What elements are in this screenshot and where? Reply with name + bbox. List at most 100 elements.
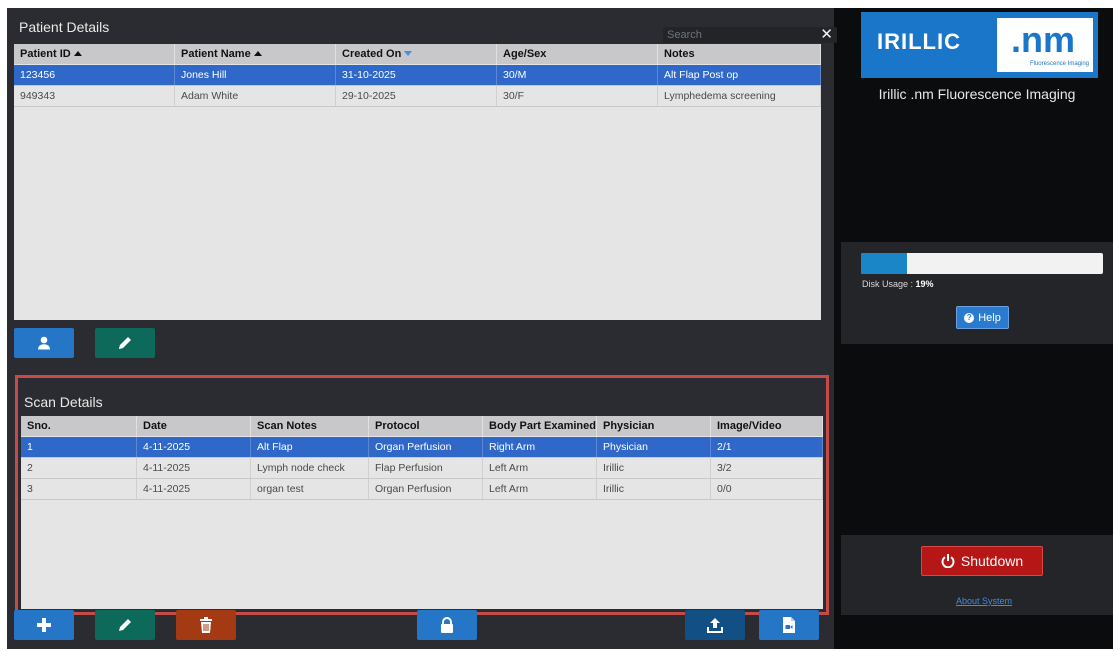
- table-cell: 3/2: [711, 458, 823, 478]
- table-cell: Left Arm: [483, 458, 597, 478]
- table-cell: Lymph node check: [251, 458, 369, 478]
- column-header[interactable]: Created On: [336, 44, 497, 64]
- edit-scan-button[interactable]: [95, 610, 155, 640]
- table-header: Sno. Date Scan Notes Protocol Body Part Exam…: [21, 416, 823, 436]
- logo-nm: .nm: [1011, 19, 1076, 60]
- table-cell: Adam White: [175, 86, 336, 106]
- column-header-label: Date: [143, 420, 167, 432]
- upload-button[interactable]: [685, 610, 745, 640]
- irillic-logo: IRILLIC .nm Fluorescence Imaging: [861, 12, 1098, 78]
- table-cell: 123456: [14, 65, 175, 85]
- column-header-label: Age/Sex: [503, 48, 547, 60]
- about-system-link[interactable]: About System: [841, 596, 1120, 606]
- column-header[interactable]: Patient ID: [14, 44, 175, 64]
- column-header[interactable]: Scan Notes: [251, 416, 369, 436]
- table-header: Patient ID Patient Name Created On Age/Sex N…: [14, 44, 821, 64]
- disk-usage-value: 19%: [915, 279, 934, 289]
- table-cell: Organ Perfusion: [369, 479, 483, 499]
- search-input[interactable]: [667, 27, 807, 43]
- column-header[interactable]: Body Part Examined: [483, 416, 597, 436]
- table-cell: Irillic: [597, 458, 711, 478]
- column-header-label: Notes: [664, 48, 695, 60]
- table-cell: Alt Flap: [251, 437, 369, 457]
- table-cell: 4-11-2025: [137, 437, 251, 457]
- plus-icon: [37, 618, 51, 632]
- table-cell: 1: [21, 437, 137, 457]
- column-header[interactable]: Protocol: [369, 416, 483, 436]
- lock-icon: [441, 617, 453, 633]
- table-cell: organ test: [251, 479, 369, 499]
- table-cell: 29-10-2025: [336, 86, 497, 106]
- table-cell: Flap Perfusion: [369, 458, 483, 478]
- add-scan-button[interactable]: [14, 610, 74, 640]
- column-header-label: Protocol: [375, 420, 420, 432]
- scan-panel: Scan Details Sno. Date Scan Notes Protocol B…: [15, 375, 829, 615]
- column-header-label: Patient ID: [20, 48, 71, 60]
- sidebar: IRILLIC .nm Fluorescence Imaging Irillic…: [841, 8, 1113, 649]
- logo-nm-badge: .nm Fluorescence Imaging: [997, 18, 1093, 72]
- column-header-label: Patient Name: [181, 48, 251, 60]
- table-cell: 4-11-2025: [137, 458, 251, 478]
- table-row[interactable]: 123456 Jones Hill 31-10-2025 30/M Alt Flap P…: [14, 65, 821, 86]
- table-cell: Physician: [597, 437, 711, 457]
- scan-panel-title: Scan Details: [24, 394, 103, 410]
- table-cell: Lymphedema screening: [658, 86, 821, 106]
- add-patient-button[interactable]: [14, 328, 74, 358]
- table-cell: 4-11-2025: [137, 479, 251, 499]
- shutdown-label: Shutdown: [960, 553, 1024, 569]
- table-cell: 30/M: [497, 65, 658, 85]
- sort-ascending-icon: [73, 51, 82, 56]
- table-row[interactable]: 949343 Adam White 29-10-2025 30/F Lymphedema…: [14, 86, 821, 107]
- column-header[interactable]: Image/Video: [711, 416, 823, 436]
- power-icon: [941, 554, 955, 568]
- sort-descending-icon: [404, 51, 413, 56]
- shutdown-button[interactable]: Shutdown: [921, 546, 1043, 576]
- table-row[interactable]: 1 4-11-2025 Alt Flap Organ Perfusion Right A…: [21, 437, 823, 458]
- question-icon: ?: [964, 312, 975, 323]
- table-row[interactable]: 3 4-11-2025 organ test Organ Perfusion Left …: [21, 479, 823, 500]
- export-button[interactable]: [759, 610, 819, 640]
- column-header[interactable]: Patient Name: [175, 44, 336, 64]
- table-cell: Left Arm: [483, 479, 597, 499]
- pencil-icon: [119, 619, 131, 631]
- trash-icon: [200, 617, 212, 633]
- column-header[interactable]: Notes: [658, 44, 821, 64]
- patient-table: Patient ID Patient Name Created On Age/Sex N…: [14, 44, 821, 320]
- sort-ascending-icon: [253, 51, 262, 56]
- table-cell: 949343: [14, 86, 175, 106]
- edit-patient-button[interactable]: [95, 328, 155, 358]
- table-row[interactable]: 2 4-11-2025 Lymph node check Flap Perfusion…: [21, 458, 823, 479]
- column-header-label: Scan Notes: [257, 420, 317, 432]
- table-cell: 3: [21, 479, 137, 499]
- disk-usage-bar: [861, 253, 1103, 274]
- column-header[interactable]: Physician: [597, 416, 711, 436]
- table-cell: 31-10-2025: [336, 65, 497, 85]
- column-header[interactable]: Sno.: [21, 416, 137, 436]
- table-cell: Organ Perfusion: [369, 437, 483, 457]
- table-cell: 0/0: [711, 479, 823, 499]
- table-cell: Right Arm: [483, 437, 597, 457]
- user-icon: [38, 336, 50, 350]
- file-video-icon: [783, 617, 795, 633]
- scan-table: Sno. Date Scan Notes Protocol Body Part Exam…: [21, 416, 823, 609]
- table-cell: 2: [21, 458, 137, 478]
- help-button[interactable]: ? Help: [956, 306, 1009, 329]
- column-header-label: Sno.: [27, 420, 51, 432]
- column-header[interactable]: Age/Sex: [497, 44, 658, 64]
- column-header-label: Image/Video: [717, 420, 782, 432]
- lock-scan-button[interactable]: [417, 610, 477, 640]
- table-cell: 30/F: [497, 86, 658, 106]
- logo-subtitle: Fluorescence Imaging: [1029, 61, 1089, 67]
- table-cell: 2/1: [711, 437, 823, 457]
- column-header-label: Created On: [342, 48, 402, 60]
- table-cell: Alt Flap Post op: [658, 65, 821, 85]
- disk-usage-text: Disk Usage : 19%: [862, 279, 934, 289]
- delete-scan-button[interactable]: [176, 610, 236, 640]
- logo-text: IRILLIC: [877, 29, 961, 54]
- patient-panel-title: Patient Details: [19, 19, 110, 35]
- search-box[interactable]: ✕: [663, 25, 837, 43]
- app-name: Irillic .nm Fluorescence Imaging: [878, 86, 1076, 102]
- disk-usage-label: Disk Usage :: [862, 279, 914, 289]
- column-header[interactable]: Date: [137, 416, 251, 436]
- clear-search-icon[interactable]: ✕: [820, 25, 833, 43]
